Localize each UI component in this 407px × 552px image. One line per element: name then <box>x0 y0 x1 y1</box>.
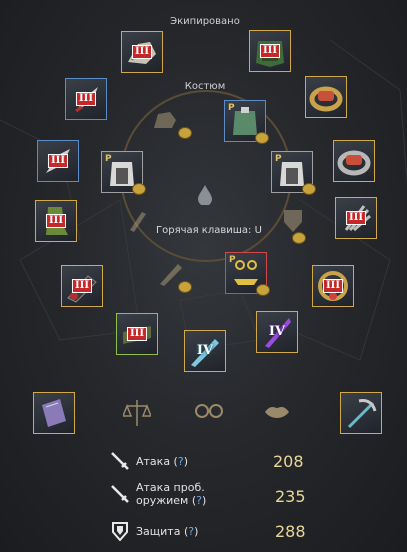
defense-text: Защита ( <box>136 524 189 538</box>
tier-badge: III <box>71 279 93 293</box>
pickaxe-icon <box>347 399 377 429</box>
dagger-silhouette-icon[interactable] <box>126 208 148 232</box>
coin-icon <box>292 232 306 244</box>
awakening-sword-stat-icon <box>111 485 129 503</box>
defense-label: Защита (?) <box>136 525 198 538</box>
drop-icon <box>198 185 212 205</box>
ring-icon <box>337 150 371 176</box>
attack-stat: Атака (?) <box>110 451 188 471</box>
artifact-slot[interactable]: IV <box>256 311 298 353</box>
tier-badge: III <box>345 211 367 225</box>
coin-icon <box>132 183 146 195</box>
coin-icon <box>178 127 192 139</box>
tier-badge: III <box>47 154 69 168</box>
costume-right-slot[interactable]: P <box>271 151 316 195</box>
attack-value: 208 <box>273 452 304 471</box>
awakening-attack-close: ) <box>201 494 207 507</box>
stone-book-icon <box>42 399 66 427</box>
tier-badge: III <box>75 92 97 106</box>
defense-close: ) <box>194 524 199 538</box>
tier-badge: III <box>131 45 153 59</box>
awakening-attack-stat: Атака проб. оружием (?) <box>110 481 206 507</box>
ring-icon <box>309 86 343 112</box>
defense-value: 288 <box>275 522 306 541</box>
coin-icon <box>302 183 316 195</box>
sub-weapon-slot[interactable]: III <box>61 265 103 307</box>
tier-badge: IV <box>268 324 286 339</box>
tier-badge: IV <box>196 343 214 358</box>
awakening-attack-text-2: оружием ( <box>136 494 197 507</box>
awakening-attack-value: 235 <box>275 487 306 506</box>
sword-stat-icon <box>111 452 129 470</box>
tier-badge: III <box>322 279 344 293</box>
costume-main-slot[interactable]: P <box>224 100 269 144</box>
defense-stat: Защита (?) <box>110 521 198 541</box>
premium-mark: P <box>275 154 282 164</box>
attack-close: ) <box>183 454 188 468</box>
tier-badge: III <box>259 44 281 58</box>
goggles-icon[interactable] <box>194 402 224 420</box>
armor-slot[interactable]: III <box>249 30 291 72</box>
equipment-ring <box>120 90 292 262</box>
costume-underwear-slot[interactable]: P <box>225 252 270 296</box>
left-earring-slot[interactable]: III <box>65 78 107 120</box>
premium-mark: P <box>229 255 236 265</box>
awakening-attack-text-1: Атака проб. <box>136 481 205 494</box>
premium-mark: P <box>105 154 112 164</box>
necklace-slot[interactable]: III <box>312 265 354 307</box>
lips-icon[interactable] <box>263 404 291 420</box>
costume-heading: Костюм <box>184 81 226 92</box>
helmet-silhouette-icon[interactable] <box>150 108 180 132</box>
equipped-heading: Экипировано <box>170 16 240 27</box>
belt-slot[interactable]: III <box>116 313 158 355</box>
tier-badge: III <box>45 214 67 228</box>
coin-icon <box>255 132 269 144</box>
awakening-weapon-slot[interactable]: IV <box>184 330 226 372</box>
premium-mark: P <box>228 103 235 113</box>
alchemy-stone-slot[interactable] <box>33 392 75 434</box>
costume-left-slot[interactable]: P <box>101 151 146 195</box>
coin-icon <box>256 284 270 296</box>
right-earring-slot[interactable]: III <box>37 140 79 182</box>
coin-icon <box>178 281 192 293</box>
shield-stat-icon <box>112 522 128 541</box>
ring-slot-2[interactable] <box>333 140 375 182</box>
shield-silhouette-icon[interactable] <box>282 208 304 234</box>
ring-slot-1[interactable] <box>305 76 347 118</box>
gloves-slot[interactable]: III <box>335 197 377 239</box>
pickaxe-slot[interactable] <box>340 392 382 434</box>
tier-badge: III <box>126 327 148 341</box>
attack-text: Атака ( <box>136 454 178 468</box>
hotkey-label: Горячая клавиша: U <box>156 225 262 236</box>
main-weapon-slot[interactable]: III <box>121 31 163 73</box>
awakening-attack-label: Атака проб. оружием (?) <box>136 481 206 507</box>
scale-icon[interactable] <box>123 398 151 428</box>
shoes-slot[interactable]: III <box>35 200 77 242</box>
attack-label: Атака (?) <box>136 455 188 468</box>
